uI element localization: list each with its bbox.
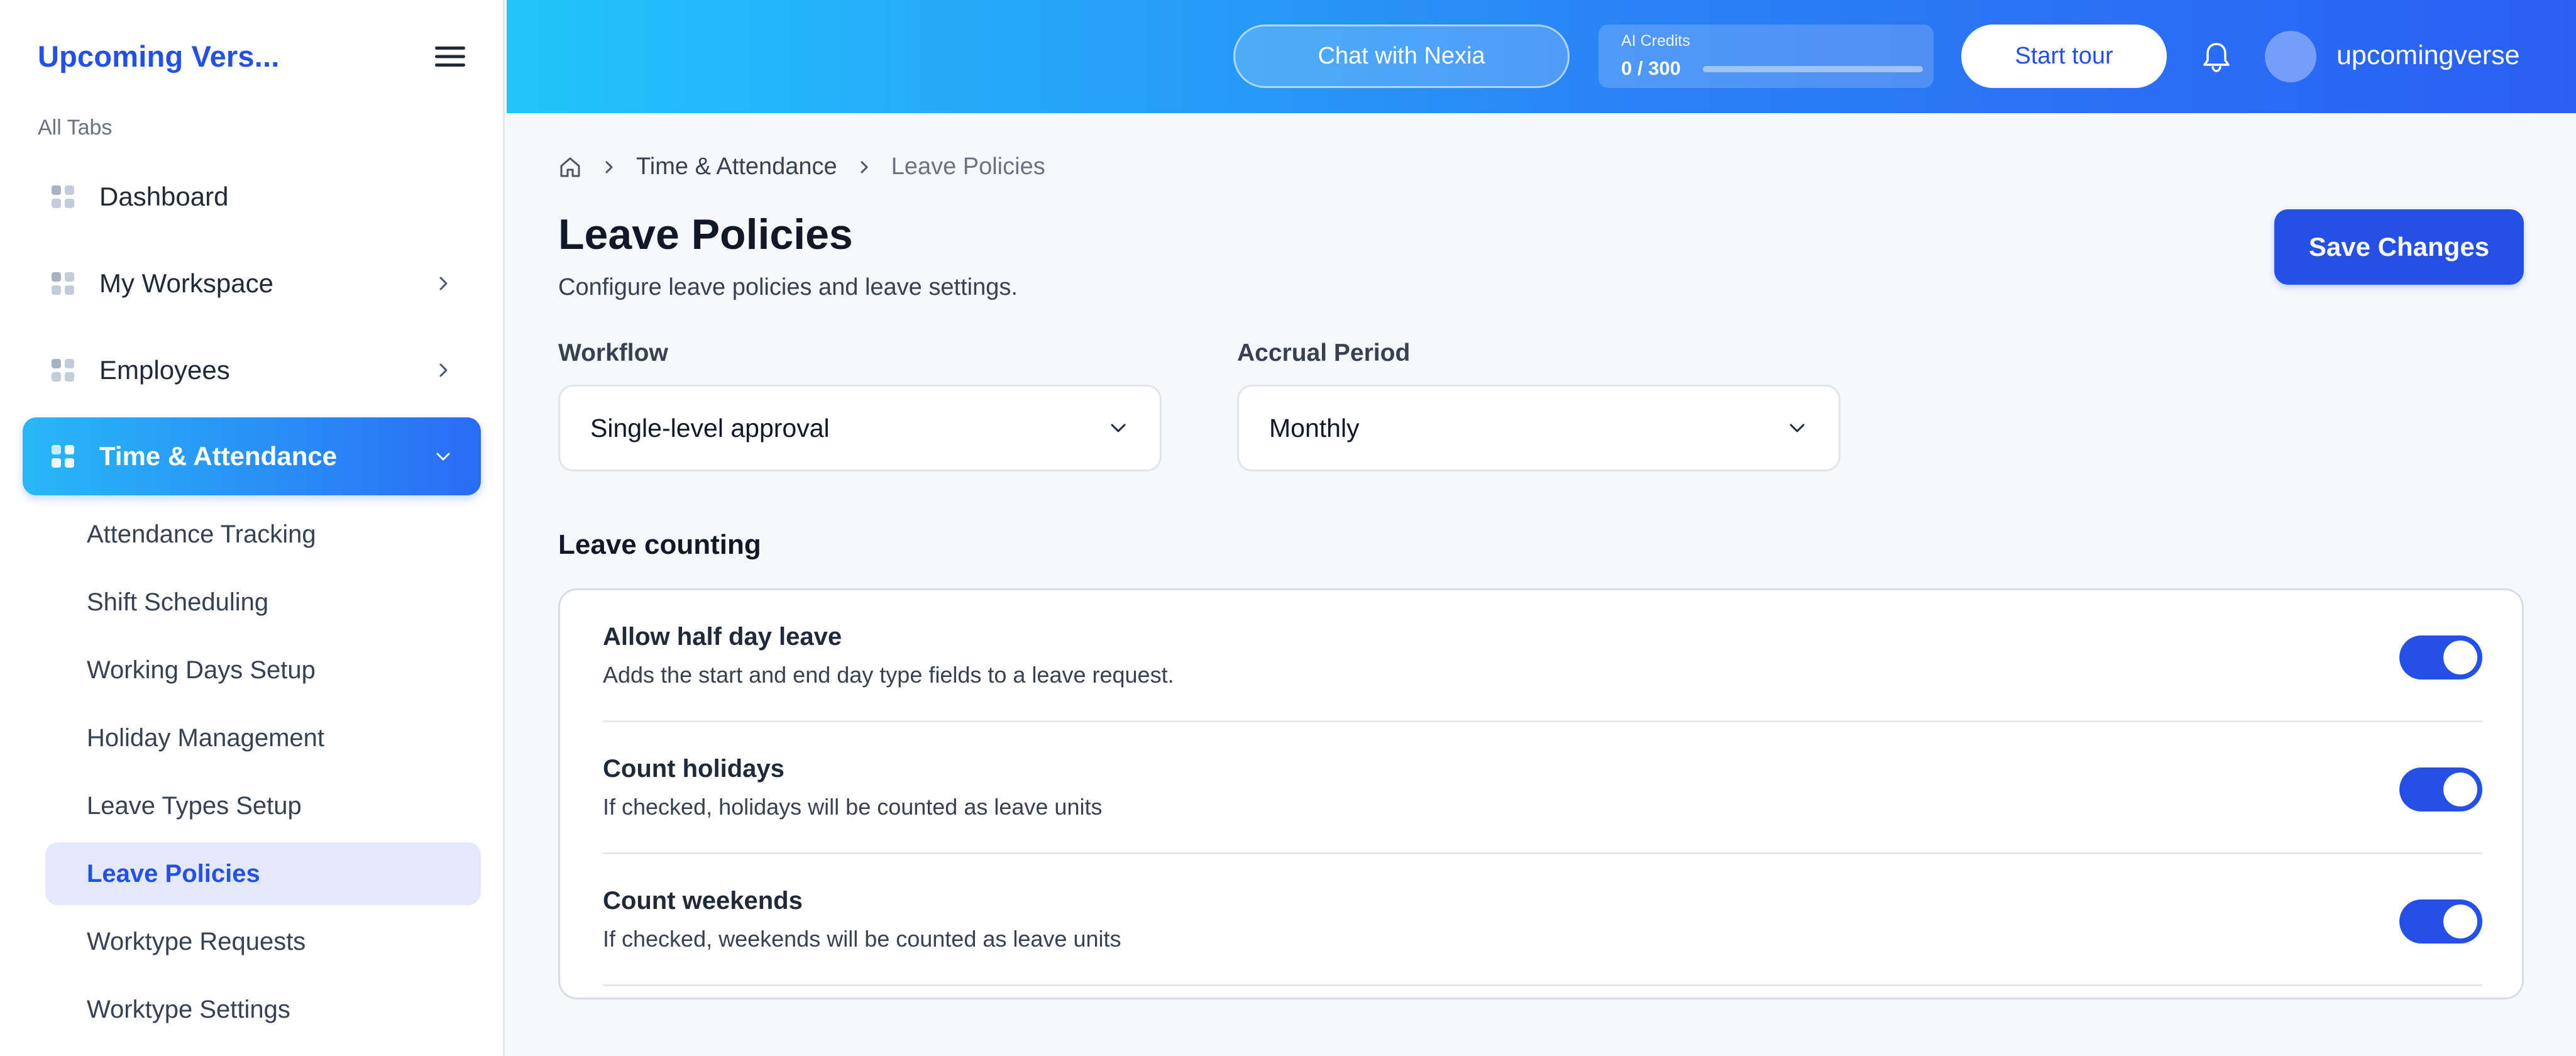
sidebar-subitem-worktype-requests[interactable]: Worktype Requests [45, 910, 481, 973]
leave-counting-title: Leave counting [558, 529, 761, 560]
setting-description: Adds the start and end day type fields t… [603, 662, 1174, 688]
breadcrumb-time-attendance[interactable]: Time & Attendance [636, 153, 837, 180]
ai-credits-widget: AI Credits 0 / 300 [1599, 25, 1934, 88]
chat-with-nexia-button[interactable]: Chat with Nexia [1233, 25, 1570, 88]
page-subtitle: Configure leave policies and leave setti… [558, 274, 1018, 300]
toggle-knob [2443, 905, 2477, 938]
breadcrumb-current: Leave Policies [891, 153, 1045, 180]
chevron-right-icon [605, 161, 613, 173]
half-day-leave-toggle[interactable] [2399, 635, 2482, 679]
sidebar: Upcoming Vers... All Tabs Dashboard My W… [0, 0, 505, 1056]
chevron-right-icon [439, 363, 448, 377]
setting-row-count-holidays: Count holidays If checked, holidays will… [603, 722, 2482, 854]
ai-credits-progress-bar [1703, 66, 1923, 72]
breadcrumb: Time & Attendance Leave Policies [558, 153, 1045, 180]
top-bar: Chat with Nexia AI Credits 0 / 300 Start… [507, 0, 2576, 113]
bell-icon[interactable] [2201, 40, 2232, 73]
toggle-knob [2443, 641, 2477, 674]
accrual-period-select[interactable]: Monthly [1237, 385, 1841, 471]
count-holidays-toggle[interactable] [2399, 767, 2482, 811]
sidebar-item-label: My Workspace [99, 268, 273, 298]
home-icon[interactable] [558, 155, 582, 179]
sidebar-subitem-holiday-management[interactable]: Holiday Management [45, 707, 481, 769]
page-title: Leave Policies [558, 211, 853, 258]
sidebar-item-employees[interactable]: Employees [23, 331, 481, 409]
sidebar-subitem-leave-types-setup[interactable]: Leave Types Setup [45, 774, 481, 837]
setting-description: If checked, weekends will be counted as … [603, 926, 1121, 952]
count-weekends-toggle[interactable] [2399, 899, 2482, 943]
all-tabs-label: All Tabs [38, 116, 113, 140]
hamburger-menu-icon[interactable] [434, 44, 466, 69]
dashboard-grid-icon [52, 185, 74, 208]
sidebar-subitem-working-days-setup[interactable]: Working Days Setup [45, 639, 481, 701]
username[interactable]: upcomingverse [2337, 40, 2520, 71]
sidebar-item-label: Employees [99, 355, 230, 385]
sidebar-item-label: Dashboard [99, 182, 229, 211]
leave-counting-card: Allow half day leave Adds the start and … [558, 588, 2524, 999]
setting-title: Count holidays [603, 755, 784, 783]
ai-credits-value: 0 / 300 [1621, 57, 1681, 79]
toggle-knob [2443, 773, 2477, 806]
sidebar-item-label: Time & Attendance [99, 441, 338, 471]
workflow-select[interactable]: Single-level approval [558, 385, 1162, 471]
start-tour-button[interactable]: Start tour [1961, 25, 2167, 88]
setting-title: Count weekends [603, 887, 803, 915]
workspace-grid-icon [52, 272, 74, 295]
ai-credits-label: AI Credits [1621, 32, 1690, 50]
brand-name[interactable]: Upcoming Vers... [38, 39, 280, 74]
accrual-period-label: Accrual Period [1237, 339, 1411, 366]
sidebar-item-my-workspace[interactable]: My Workspace [23, 245, 481, 322]
avatar[interactable] [2265, 31, 2316, 82]
sidebar-item-dashboard[interactable]: Dashboard [23, 158, 481, 236]
workflow-label: Workflow [558, 339, 668, 366]
setting-row-half-day: Allow half day leave Adds the start and … [603, 590, 2482, 722]
sidebar-subitem-shift-scheduling[interactable]: Shift Scheduling [45, 571, 481, 634]
sidebar-item-time-attendance[interactable]: Time & Attendance [23, 417, 481, 495]
sidebar-subitem-attendance-tracking[interactable]: Attendance Tracking [45, 503, 481, 566]
attendance-grid-icon [52, 445, 74, 468]
chevron-down-icon [436, 453, 450, 461]
setting-title: Allow half day leave [603, 623, 842, 651]
chevron-down-icon [1790, 424, 1805, 432]
sidebar-subitem-leave-policies[interactable]: Leave Policies [45, 842, 481, 905]
accrual-period-selected-value: Monthly [1269, 413, 1360, 443]
save-changes-button[interactable]: Save Changes [2274, 209, 2524, 285]
chevron-down-icon [1111, 424, 1126, 432]
setting-row-count-weekends: Count weekends If checked, weekends will… [603, 854, 2482, 986]
employees-grid-icon [52, 359, 74, 382]
setting-description: If checked, holidays will be counted as … [603, 794, 1103, 820]
sidebar-subitem-worktype-settings[interactable]: Worktype Settings [45, 978, 481, 1041]
chevron-right-icon [439, 277, 448, 290]
chevron-right-icon [861, 161, 868, 173]
workflow-selected-value: Single-level approval [590, 413, 830, 443]
